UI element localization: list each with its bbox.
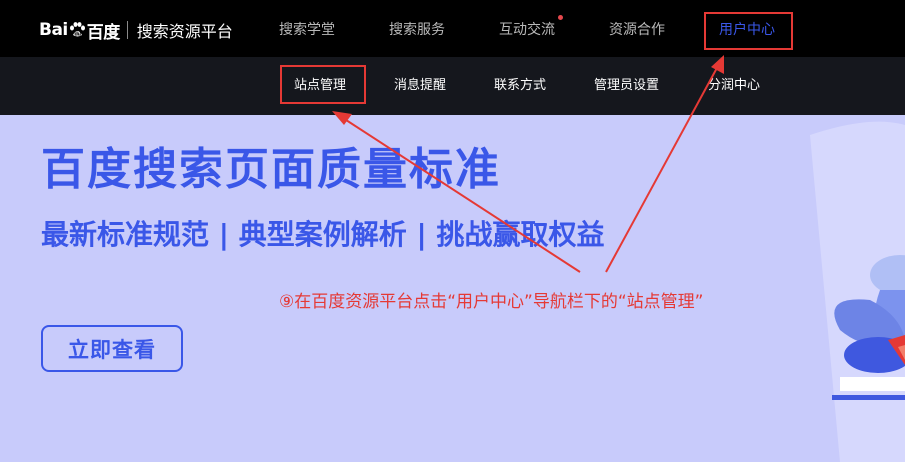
topnav-search-academy[interactable]: 搜索学堂: [279, 18, 335, 42]
tutorial-annotation: ⑨在百度资源平台点击“用户中心”导航栏下的“站点管理”: [279, 292, 704, 312]
topnav-interaction[interactable]: 互动交流: [499, 18, 555, 42]
svg-text:du: du: [74, 32, 81, 38]
baidu-wordmark: Bai du 百度: [39, 18, 120, 43]
view-now-button[interactable]: 立即查看: [41, 325, 183, 372]
baidu-logo[interactable]: Bai du 百度 搜索资源平台: [39, 18, 233, 43]
logo-divider: [126, 21, 128, 39]
topnav-search-services[interactable]: 搜索服务: [389, 18, 445, 42]
logo-text-baidu-cn: 百度: [86, 22, 121, 43]
banner-illustration: [810, 121, 905, 462]
subnav-admin-settings[interactable]: 管理员设置: [594, 76, 659, 96]
highlight-box-site-management: [280, 65, 366, 104]
subnav-contact-info[interactable]: 联系方式: [494, 76, 546, 96]
banner-title: 百度搜索页面质量标准: [41, 144, 501, 195]
baidu-paw-icon: du: [69, 22, 85, 38]
highlight-box-user-center: [704, 12, 793, 50]
subnav-message-reminder[interactable]: 消息提醒: [394, 76, 446, 96]
platform-name: 搜索资源平台: [136, 22, 233, 41]
topnav-resource-cooperation[interactable]: 资源合作: [609, 18, 665, 42]
subnav-revenue-center[interactable]: 分润中心: [708, 76, 760, 96]
banner-subtitle: 最新标准规范 | 典型案例解析 | 挑战赢取权益: [41, 218, 605, 251]
logo-text-bai: Bai: [39, 20, 68, 40]
notification-dot-icon: [558, 15, 563, 20]
sub-navbar: [0, 57, 905, 115]
